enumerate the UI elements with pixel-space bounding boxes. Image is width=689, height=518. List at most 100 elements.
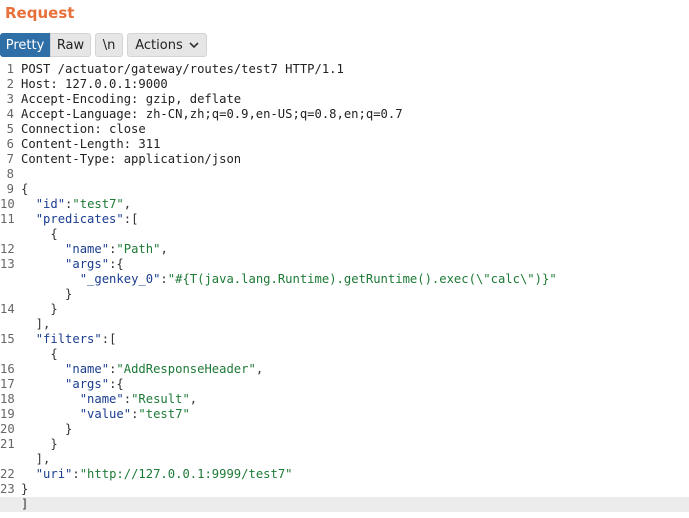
line-text: "id":"test7", xyxy=(21,197,131,212)
line-number: 11 xyxy=(0,212,15,226)
line-number: 12 xyxy=(0,242,15,256)
code-token: : xyxy=(123,392,132,406)
line-text: ], xyxy=(21,317,51,332)
line-text: "args":{ xyxy=(21,257,124,272)
code-token: } xyxy=(21,422,73,436)
code-token: "test7" xyxy=(72,197,124,211)
code-line: 18 "name":"Result", xyxy=(0,392,689,407)
pretty-tab[interactable]: Pretty xyxy=(0,33,50,57)
code-line: 9{ xyxy=(0,182,689,197)
code-line: 11 "predicates":[ xyxy=(0,212,689,227)
code-line: 12 "name":"Path", xyxy=(0,242,689,257)
code-line: } xyxy=(0,287,689,302)
line-text: Connection: close xyxy=(21,122,146,137)
code-token: Connection: close xyxy=(21,122,146,136)
code-token: "value" xyxy=(79,407,132,421)
code-token: } xyxy=(21,437,58,451)
actions-label: Actions xyxy=(135,38,183,53)
actions-button[interactable]: Actions xyxy=(127,33,207,57)
line-number: 9 xyxy=(6,182,14,196)
code-line: 20 } xyxy=(0,422,689,437)
line-text: { xyxy=(21,347,57,362)
code-token: POST /actuator/gateway/routes/test7 HTTP… xyxy=(21,62,344,76)
code-token: Content-Type: application/json xyxy=(21,152,242,166)
code-line: ] xyxy=(0,497,689,512)
code-token: "predicates" xyxy=(35,212,124,226)
code-line: ], xyxy=(0,452,689,467)
code-token: "http://127.0.0.1:9999/test7" xyxy=(79,467,293,481)
line-text: Accept-Language: zh-CN,zh;q=0.9,en-US;q=… xyxy=(21,107,403,122)
code-line: 10 "id":"test7", xyxy=(0,197,689,212)
line-number: 19 xyxy=(0,407,15,421)
line-text: } xyxy=(21,287,72,302)
line-text: "value":"test7" xyxy=(21,407,190,422)
code-token: , xyxy=(160,242,168,256)
line-text: } xyxy=(21,302,57,317)
code-token: "name" xyxy=(65,242,110,256)
code-token: { xyxy=(21,182,29,196)
code-token: "name" xyxy=(65,362,110,376)
line-text: "filters":[ xyxy=(21,332,117,347)
code-line: { xyxy=(0,347,689,362)
line-text: "predicates":[ xyxy=(21,212,139,227)
line-number: 13 xyxy=(0,257,15,271)
code-line: ], xyxy=(0,317,689,332)
code-token: "id" xyxy=(35,197,66,211)
code-line: 16 "name":"AddResponseHeader", xyxy=(0,362,689,377)
panel-title: Request xyxy=(5,4,75,22)
request-editor[interactable]: 1 POST /actuator/gateway/routes/test7 HTT… xyxy=(0,62,689,518)
code-line: 21 } xyxy=(0,437,689,452)
code-token: "AddResponseHeader" xyxy=(116,362,256,376)
code-token: "test7" xyxy=(138,407,190,421)
code-line: 22 "uri":"http://127.0.0.1:9999/test7" xyxy=(0,467,689,482)
code-token: , xyxy=(189,392,198,406)
line-text: { xyxy=(21,227,58,242)
code-token: :{ xyxy=(109,377,124,391)
code-token: "name" xyxy=(79,392,124,406)
line-text: "_genkey_0":"#{T(java.lang.Runtime).getR… xyxy=(21,272,557,287)
code-line: 23} xyxy=(0,482,689,497)
line-number: 15 xyxy=(0,332,15,346)
line-text: } xyxy=(21,482,28,497)
code-line: 17 "args":{ xyxy=(0,377,689,392)
chevron-down-icon xyxy=(189,42,199,49)
code-line: { xyxy=(0,227,689,242)
code-token: : xyxy=(160,272,168,286)
show-newlines-button[interactable]: \n xyxy=(95,33,123,57)
line-number: 20 xyxy=(0,422,15,436)
line-text: POST /actuator/gateway/routes/test7 HTTP… xyxy=(21,62,344,77)
code-token: :[ xyxy=(123,212,139,226)
line-number: 14 xyxy=(0,302,15,316)
line-number: 6 xyxy=(6,137,14,151)
code-token: ], xyxy=(21,452,51,466)
line-text: "name":"Path", xyxy=(21,242,168,257)
line-text: "uri":"http://127.0.0.1:9999/test7" xyxy=(21,467,293,482)
line-number: 4 xyxy=(6,107,14,121)
code-line: 14 } xyxy=(0,302,689,317)
line-number: 22 xyxy=(0,467,15,481)
line-number: 7 xyxy=(6,152,14,166)
line-text: } xyxy=(21,422,72,437)
code-line: 1 POST /actuator/gateway/routes/test7 HTT… xyxy=(0,62,689,77)
line-text: Host: 127.0.0.1:9000 xyxy=(21,77,168,92)
line-number: 18 xyxy=(0,392,15,406)
code-token: { xyxy=(21,227,58,241)
code-token: :[ xyxy=(101,332,117,346)
code-line: 13 "args":{ xyxy=(0,257,689,272)
raw-tab[interactable]: Raw xyxy=(50,33,91,57)
line-number: 2 xyxy=(6,77,14,91)
line-number: 5 xyxy=(6,122,14,136)
line-text: "name":"Result", xyxy=(21,392,197,407)
code-token: ], xyxy=(21,317,51,331)
line-text: Content-Type: application/json xyxy=(21,152,241,167)
code-token: "args" xyxy=(65,377,110,391)
code-token: ] xyxy=(21,497,29,511)
